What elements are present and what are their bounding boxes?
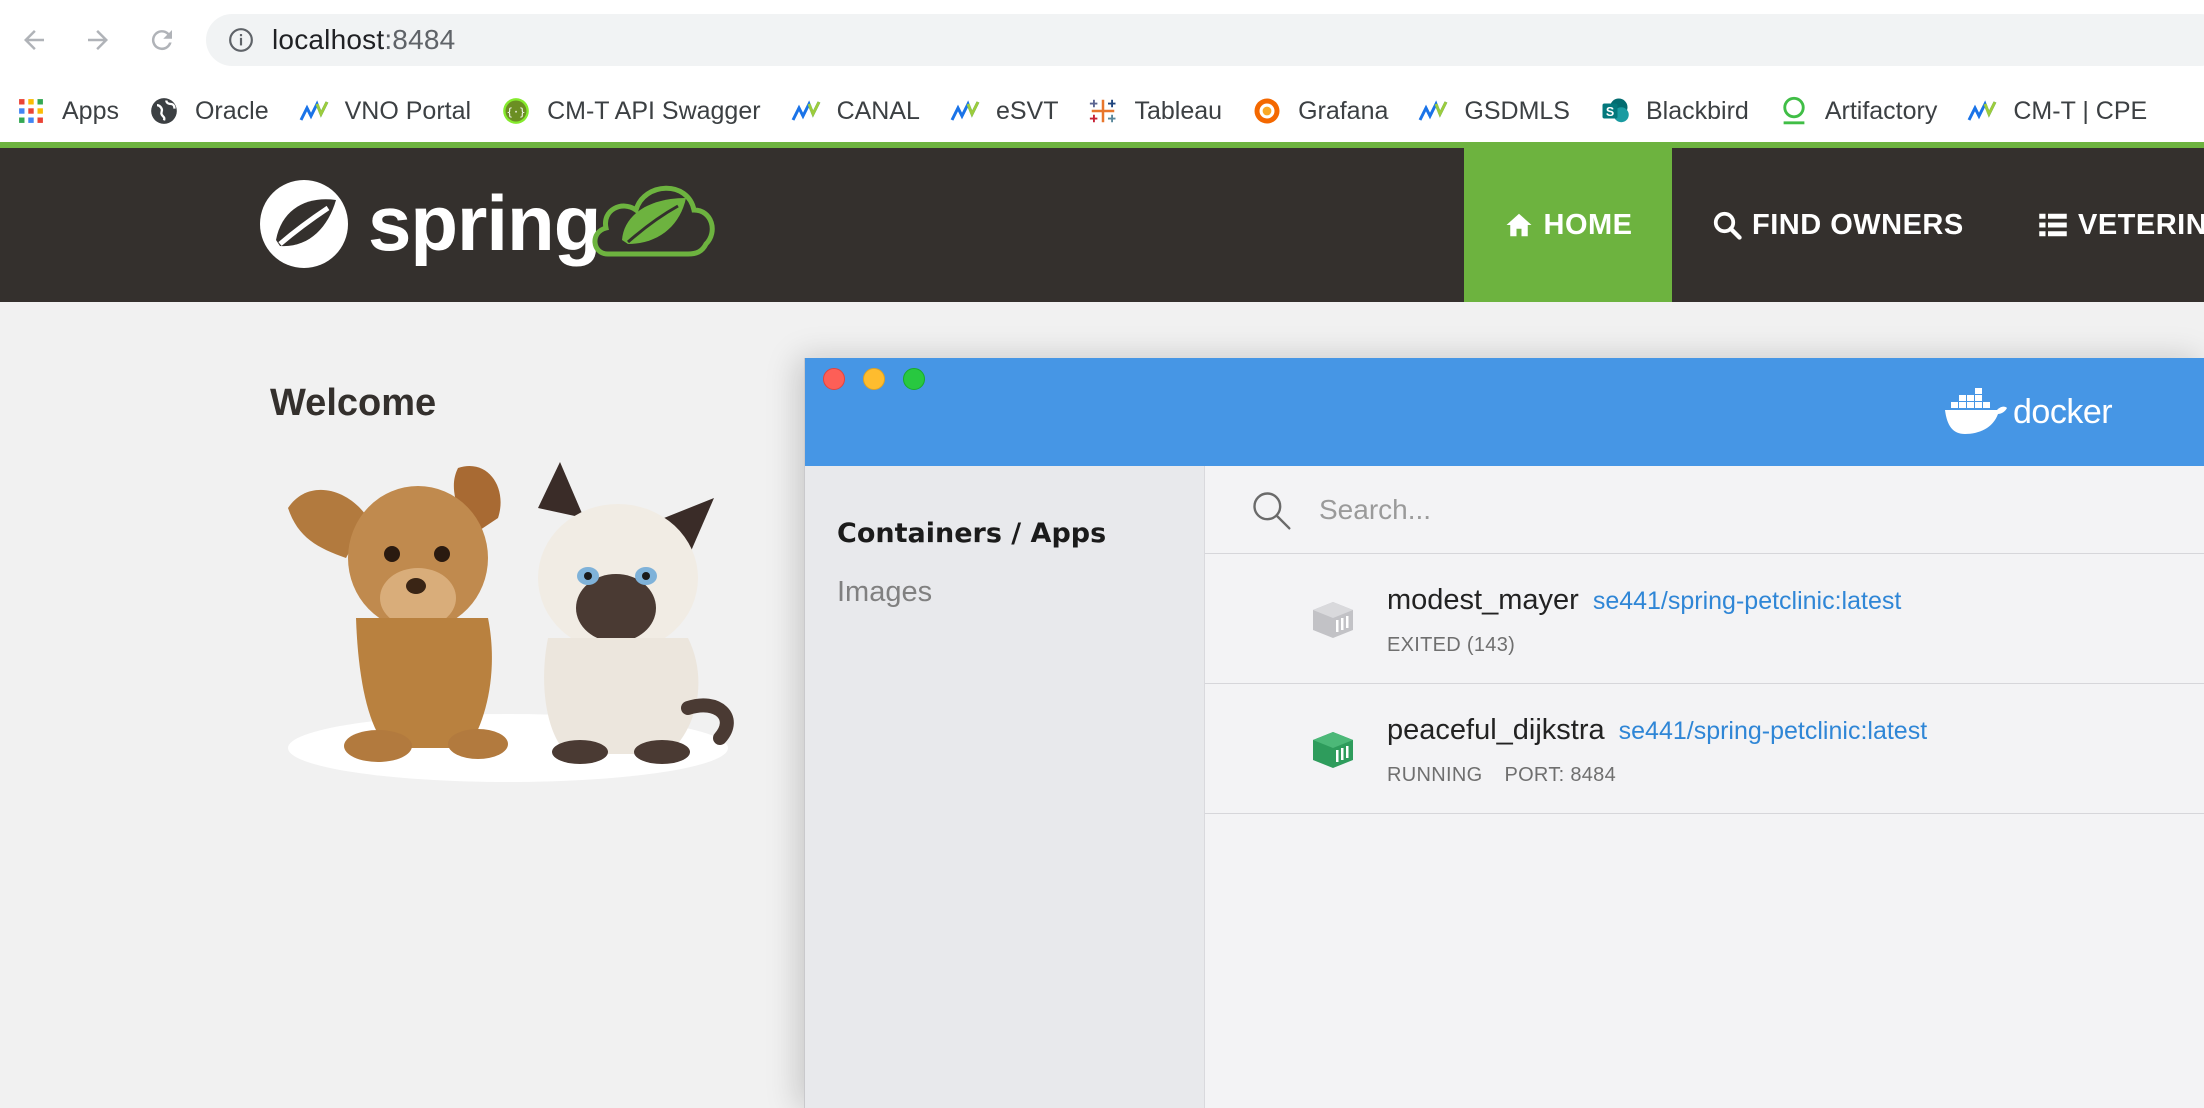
window-maximize-button[interactable] — [903, 368, 925, 390]
bookmark-esvt[interactable]: eSVT — [934, 86, 1073, 136]
window-close-button[interactable] — [823, 368, 845, 390]
spring-logo-text: spring — [368, 179, 601, 267]
bookmark-label: Blackbird — [1646, 96, 1749, 125]
svg-text:S: S — [1606, 105, 1614, 119]
bookmark-label: Oracle — [194, 96, 269, 125]
nav-home-label: HOME — [1543, 208, 1633, 241]
container-image-link[interactable]: se441/spring-petclinic:latest — [1619, 717, 1928, 745]
puppy-illustration — [288, 466, 508, 762]
nav-veterinarians-label: VETERINA — [2078, 208, 2204, 241]
window-minimize-button[interactable] — [863, 368, 885, 390]
bookmark-label: Apps — [62, 96, 119, 125]
list-icon — [2038, 210, 2068, 240]
container-name-line: modest_mayer se441/spring-petclinic:lates… — [1387, 584, 1901, 617]
forward-button[interactable] — [76, 18, 120, 62]
pets-image — [288, 462, 734, 782]
svg-text:{·}: {·} — [507, 107, 526, 119]
grafana-icon — [1252, 96, 1282, 126]
apps-grid-icon — [16, 96, 46, 126]
container-image-link[interactable]: se441/spring-petclinic:latest — [1593, 587, 1902, 615]
bookmark-label: CM-T | CPE — [2013, 96, 2148, 125]
kitten-illustration — [538, 462, 734, 764]
cloud-leaf-icon — [592, 185, 715, 257]
welcome-heading: Welcome — [270, 382, 437, 424]
docker-logo: docker — [1943, 388, 2113, 436]
nav-find-owners-label: FIND OWNERS — [1752, 208, 1964, 241]
bookmark-apps[interactable]: Apps — [0, 86, 133, 136]
search-bar — [1205, 466, 2204, 554]
docker-sidebar: Containers / Apps Images — [805, 466, 1205, 1108]
bookmark-label: CM-T API Swagger — [547, 96, 761, 125]
bookmark-gsdmls[interactable]: GSDMLS — [1402, 86, 1584, 136]
wave-chart-icon — [1418, 96, 1448, 126]
container-status: EXITED (143) — [1387, 634, 1516, 656]
swagger-icon: {·} — [501, 96, 531, 126]
bookmark-label: eSVT — [995, 96, 1059, 125]
bookmark-label: VNO Portal — [344, 96, 472, 125]
site-info-icon[interactable] — [228, 27, 254, 53]
bookmark-canal[interactable]: CANAL — [775, 86, 934, 136]
container-exited-icon — [1313, 602, 1353, 638]
bookmark-label: CANAL — [836, 96, 920, 125]
wave-chart-icon — [1967, 96, 1997, 126]
bookmark-cmt-cpe[interactable]: CM-T | CPE — [1951, 86, 2161, 136]
back-button[interactable] — [12, 18, 56, 62]
sharepoint-icon: S — [1600, 96, 1630, 126]
containers-panel: modest_mayer se441/spring-petclinic:lates… — [1205, 466, 2204, 1108]
bookmark-vno-portal[interactable]: VNO Portal — [283, 86, 485, 136]
sidebar-item-containers[interactable]: Containers / Apps — [837, 518, 1106, 549]
container-status-line: RUNNING PORT: 8484 — [1387, 764, 1616, 787]
container-port: PORT: 8484 — [1504, 764, 1617, 786]
wave-chart-icon — [299, 96, 329, 126]
url-text[interactable]: localhost:8484 — [272, 24, 455, 56]
nav-find-owners[interactable]: FIND OWNERS — [1712, 148, 1964, 302]
arrow-right-icon — [88, 30, 108, 50]
bookmark-label: Artifactory — [1824, 96, 1938, 125]
container-name: peaceful_dijkstra — [1387, 714, 1605, 746]
reload-button[interactable] — [140, 18, 184, 62]
bookmark-label: Grafana — [1298, 96, 1389, 125]
bookmark-blackbird[interactable]: S Blackbird — [1584, 86, 1763, 136]
nav-home[interactable]: HOME — [1464, 148, 1672, 302]
home-icon — [1504, 210, 1534, 240]
url-host: localhost — [272, 24, 385, 55]
bookmark-label: Tableau — [1134, 96, 1223, 125]
sidebar-item-images[interactable]: Images — [837, 576, 932, 609]
container-running-icon — [1313, 732, 1353, 768]
address-bar[interactable]: localhost:8484 — [206, 14, 2204, 66]
container-row[interactable]: peaceful_dijkstra se441/spring-petclinic:… — [1205, 684, 2204, 814]
docker-desktop-window: docker Containers / Apps Images modest_m… — [804, 358, 2204, 1108]
bookmark-cmt-api-swagger[interactable]: {·} CM-T API Swagger — [485, 86, 775, 136]
url-port: :8484 — [384, 24, 456, 55]
bookmark-label: GSDMLS — [1464, 96, 1570, 125]
bookmarks-bar: Apps Oracle VNO Portal {·} CM-T API Swag… — [0, 80, 2204, 142]
browser-toolbar: localhost:8484 — [0, 0, 2204, 80]
spring-logo[interactable]: spring — [258, 170, 718, 280]
bookmark-artifactory[interactable]: Artifactory — [1763, 86, 1952, 136]
container-status: RUNNING — [1387, 764, 1483, 786]
arrow-left-icon — [24, 30, 44, 50]
nav-veterinarians[interactable]: VETERINA — [2038, 148, 2204, 302]
artifactory-icon — [1779, 96, 1809, 126]
globe-icon — [149, 96, 179, 126]
search-icon — [1712, 210, 1742, 240]
bookmark-grafana[interactable]: Grafana — [1236, 86, 1402, 136]
container-name: modest_mayer — [1387, 584, 1579, 616]
container-row[interactable]: modest_mayer se441/spring-petclinic:lates… — [1205, 554, 2204, 684]
tableau-icon — [1088, 96, 1118, 126]
search-input[interactable] — [1317, 492, 2117, 527]
wave-chart-icon — [950, 96, 980, 126]
reload-icon — [151, 30, 172, 51]
docker-logo-text: docker — [2013, 392, 2113, 431]
bookmark-tableau[interactable]: Tableau — [1072, 86, 1236, 136]
wave-chart-icon — [791, 96, 821, 126]
spring-leaf-icon — [260, 180, 348, 268]
docker-titlebar[interactable]: docker — [805, 358, 2204, 466]
bookmark-oracle[interactable]: Oracle — [133, 86, 283, 136]
docker-whale-icon — [1945, 388, 2007, 434]
petclinic-navbar: spring HOME FIND OWNERS VETERINA — [0, 148, 2204, 302]
search-icon — [1249, 488, 1293, 532]
container-name-line: peaceful_dijkstra se441/spring-petclinic:… — [1387, 714, 1927, 747]
